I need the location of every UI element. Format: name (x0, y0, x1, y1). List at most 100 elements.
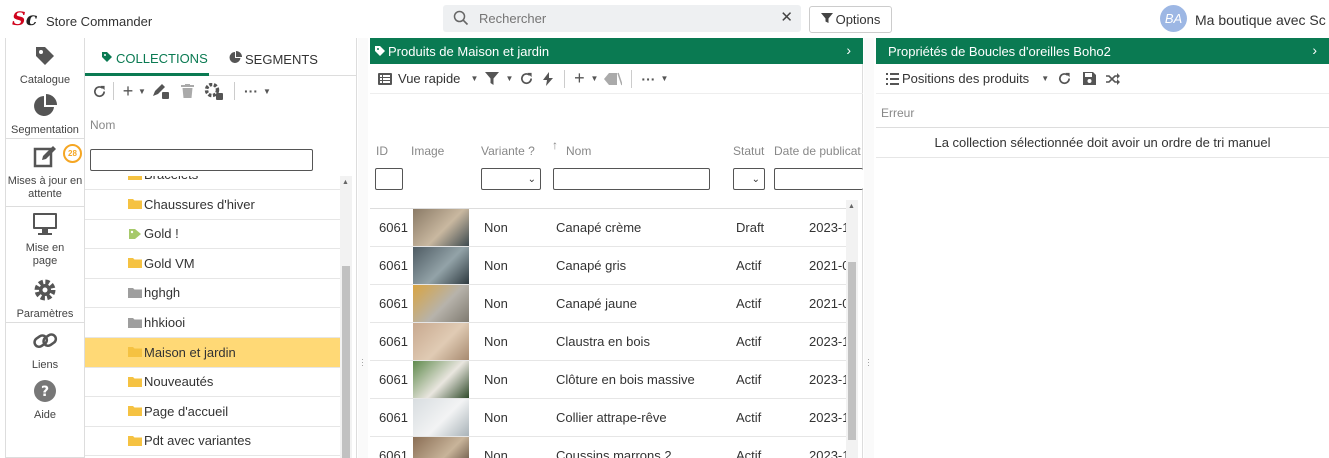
table-row[interactable]: 6061 Non Claustra en bois Actif 2023-1 (370, 323, 846, 361)
folder-icon (128, 435, 142, 447)
refresh-icon[interactable] (1051, 67, 1077, 91)
column-header-status[interactable]: Statut (733, 144, 764, 158)
shuffle-icon[interactable] (1101, 67, 1125, 91)
product-status: Actif (736, 296, 762, 311)
shop-name[interactable]: Ma boutique avec Sc (1195, 12, 1329, 28)
add-icon[interactable]: + (120, 79, 136, 103)
collection-item[interactable]: Maison et jardin (85, 337, 340, 368)
column-header-error[interactable]: Erreur (881, 106, 914, 120)
pie-chart-icon (6, 94, 84, 122)
product-thumbnail[interactable] (413, 209, 469, 246)
product-thumbnail[interactable] (413, 361, 469, 398)
refresh-icon[interactable] (514, 67, 538, 91)
variant-filter-select[interactable]: ⌄ (481, 168, 541, 190)
chevron-right-icon[interactable]: › (1312, 42, 1317, 58)
collection-item[interactable]: Pdt avec variantes (85, 426, 340, 457)
chevron-down-icon[interactable]: ▼ (136, 79, 148, 103)
collection-label: Chaussures d'hiver (144, 196, 255, 212)
chevron-right-icon[interactable]: › (846, 42, 851, 58)
id-filter-input[interactable] (375, 168, 403, 190)
save-icon[interactable] (1077, 67, 1101, 91)
global-search[interactable]: ✕ (443, 5, 801, 32)
properties-panel-title: Propriétés de Boucles d'oreilles Boho2 (888, 43, 1111, 59)
filter-icon[interactable] (480, 67, 504, 91)
scroll-up-icon[interactable]: ▲ (342, 179, 349, 186)
product-thumbnail[interactable] (413, 247, 469, 284)
refresh-icon[interactable] (91, 79, 107, 103)
more-icon[interactable]: ··· (638, 67, 658, 91)
table-row[interactable]: 6061 Non Canapé crème Draft 2023-1 (370, 209, 846, 247)
chevron-down-icon[interactable]: ▼ (504, 67, 514, 91)
filter-icon (820, 12, 833, 27)
list-view-icon[interactable] (376, 67, 394, 91)
avatar[interactable]: BA (1160, 5, 1187, 32)
collection-item[interactable]: Bracelets (85, 176, 340, 190)
chevron-down-icon[interactable]: ▼ (1039, 67, 1051, 91)
nav-links[interactable]: Liens (6, 329, 84, 372)
settings-price-icon[interactable] (200, 79, 228, 103)
lightning-icon[interactable] (538, 67, 558, 91)
nav-segmentation[interactable]: Segmentation (6, 94, 84, 137)
product-variant: Non (484, 296, 508, 311)
table-row[interactable]: 6061 Non Clôture en bois massive Actif 2023-… (370, 361, 846, 399)
column-header-image[interactable]: Image (411, 144, 444, 158)
status-filter-select[interactable]: ⌄ (733, 168, 765, 190)
nav-layout[interactable]: Mise en page (6, 212, 84, 268)
edit-price-icon[interactable] (148, 79, 174, 103)
column-header-name[interactable]: Nom (566, 144, 591, 158)
table-row[interactable]: 6061 Non Canapé jaune Actif 2021-0 (370, 285, 846, 323)
chevron-down-icon[interactable]: ▼ (261, 79, 273, 103)
nav-help[interactable]: ? Aide (6, 379, 84, 422)
nav-catalogue[interactable]: Catalogue (6, 44, 84, 87)
collection-item[interactable]: hhkiooi (85, 308, 340, 338)
nav-settings[interactable]: Paramètres (6, 278, 84, 321)
product-thumbnail[interactable] (413, 323, 469, 360)
chevron-down-icon[interactable]: ▼ (468, 67, 480, 91)
app-logo[interactable]: Sc (12, 9, 37, 29)
tab-collections[interactable]: COLLECTIONS (101, 51, 208, 66)
product-date: 2023-1 (809, 448, 846, 458)
view-selector[interactable]: Vue rapide (394, 67, 468, 91)
name-filter-input[interactable] (553, 168, 710, 190)
scrollbar-thumb[interactable] (342, 266, 350, 458)
column-header-date[interactable]: Date de publicat (774, 144, 861, 158)
chevron-down-icon[interactable]: ▼ (587, 67, 601, 91)
more-icon[interactable]: ··· (241, 79, 261, 103)
clear-search-icon[interactable]: ✕ (780, 9, 793, 27)
collection-item[interactable]: hghgh (85, 278, 340, 309)
panel-splitter[interactable]: · · · (358, 38, 368, 458)
collection-item[interactable]: Gold VM (85, 249, 340, 279)
positions-selector[interactable]: Positions des produits (900, 67, 1039, 91)
panel-splitter[interactable]: · · · (864, 38, 874, 458)
column-header-id[interactable]: ID (376, 144, 388, 158)
tag-remove-icon[interactable] (601, 67, 625, 91)
scroll-up-icon[interactable]: ▲ (848, 203, 855, 210)
add-icon[interactable]: + (571, 67, 587, 91)
product-thumbnail[interactable] (413, 437, 469, 458)
table-row[interactable]: 6061 Non Collier attrape-rêve Actif 2023-1 (370, 399, 846, 437)
trash-icon[interactable] (174, 79, 200, 103)
column-header-name[interactable]: Nom (90, 118, 115, 132)
column-header-variant[interactable]: Variante ? (481, 144, 535, 158)
product-thumbnail[interactable] (413, 399, 469, 436)
table-row[interactable]: 6061 Non Canapé gris Actif 2021-0 (370, 247, 846, 285)
options-button[interactable]: Options (809, 6, 892, 33)
collection-item[interactable]: Chaussures d'hiver (85, 190, 340, 220)
product-date: 2021-0 (809, 258, 846, 273)
date-filter-input[interactable] (774, 168, 863, 190)
chevron-down-icon[interactable]: ▼ (658, 67, 670, 91)
collection-item[interactable]: Gold ! (85, 219, 340, 250)
scrollbar-thumb[interactable] (848, 262, 856, 440)
tab-segments[interactable]: SEGMENTS (229, 51, 318, 67)
sort-order-message: La collection sélectionnée doit avoir un… (876, 128, 1329, 158)
product-name: Canapé gris (556, 258, 627, 273)
search-input[interactable] (479, 9, 779, 28)
collections-scrollbar[interactable]: ▲ (340, 176, 352, 458)
table-row[interactable]: 6061 Non Coussins marrons 2 Actif 2023-1 (370, 437, 846, 458)
collections-filter-input[interactable] (90, 149, 313, 171)
product-date: 2021-0 (809, 296, 846, 311)
product-thumbnail[interactable] (413, 285, 469, 322)
products-scrollbar[interactable]: ▲ (846, 200, 858, 458)
collection-item[interactable]: Page d'accueil (85, 397, 340, 427)
collection-item[interactable]: Nouveautés (85, 367, 340, 398)
